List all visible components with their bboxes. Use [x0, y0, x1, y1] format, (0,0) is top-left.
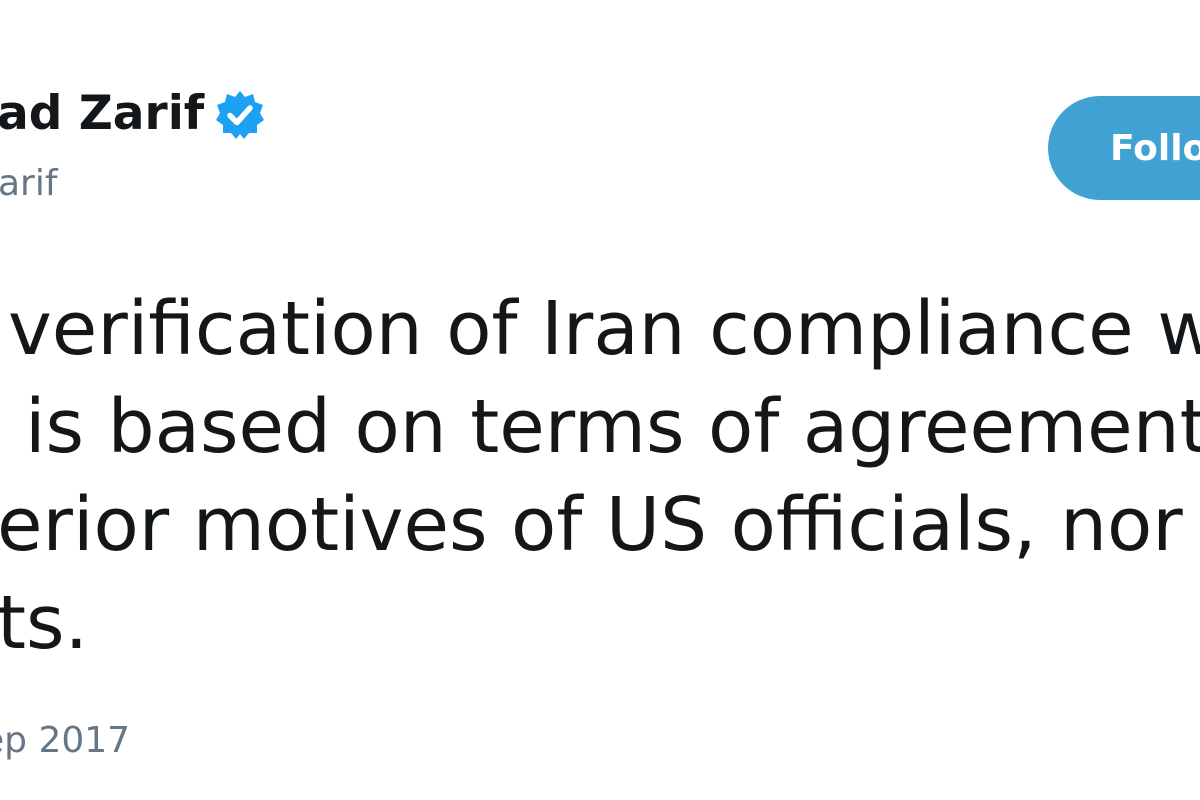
author-display-name[interactable]: ad Zarif [0, 84, 204, 144]
tweet-text-line: is based on terms of agreement [25, 384, 1200, 470]
tweet-card: ad Zarif arif Follo verification of Iran… [0, 0, 1200, 800]
tweet-timestamp[interactable]: ep 2017 [0, 716, 130, 766]
author-handle[interactable]: arif [0, 160, 58, 208]
tweet-text-line: verification of Iran compliance w [8, 286, 1200, 372]
verified-badge-icon [216, 91, 264, 139]
tweet-text-line: erior motives of US officials, nor [0, 482, 1183, 568]
follow-button[interactable]: Follo [1048, 96, 1200, 200]
tweet-text-line: ts. [0, 580, 89, 666]
